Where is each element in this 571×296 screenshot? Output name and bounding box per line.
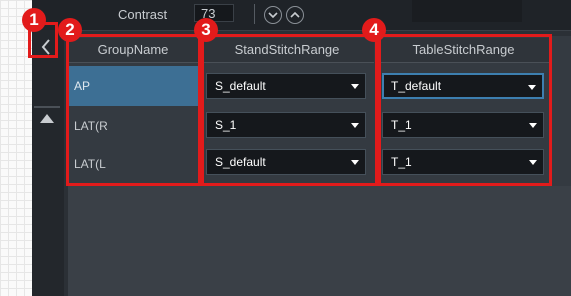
triangle-up-icon[interactable] [40,114,54,123]
annotation-box-3 [201,34,378,186]
chevron-down-icon [268,12,278,19]
left-rail [32,30,64,296]
annotation-badge-1: 1 [22,8,46,32]
top-right-panel [412,0,522,22]
top-toolbar: Contrast 73 [32,0,571,31]
grid-empty-area [68,186,571,296]
annotation-badge-2: 2 [58,18,82,42]
zoom-down-button[interactable] [264,6,282,24]
annotation-badge-3: 3 [194,18,218,42]
zoom-up-button[interactable] [286,6,304,24]
annotation-badge-4: 4 [362,18,386,42]
annotation-box-4 [378,34,552,186]
toolbar-divider [254,4,255,24]
rail-divider [34,106,60,108]
contrast-label: Contrast [118,7,168,22]
annotation-box-2 [66,34,201,186]
chevron-up-icon [290,11,300,18]
